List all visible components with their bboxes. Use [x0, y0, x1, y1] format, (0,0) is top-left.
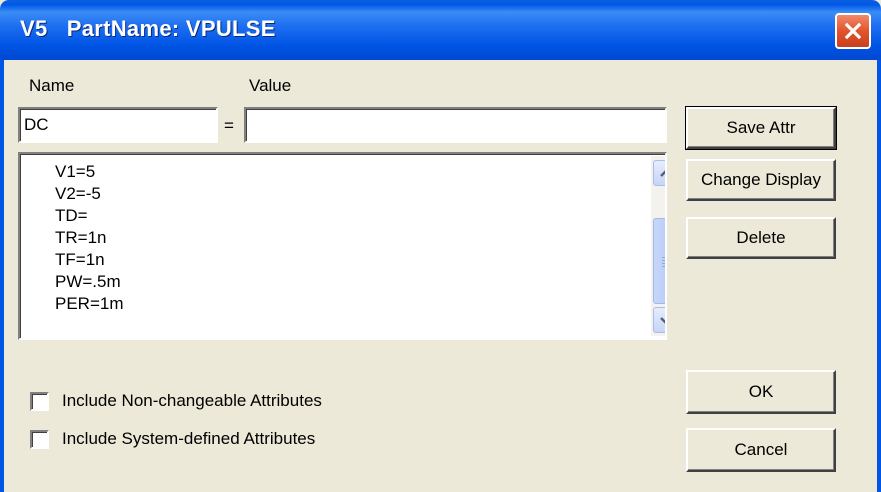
list-item[interactable]: TD= [55, 205, 124, 227]
list-item[interactable]: PW=.5m [55, 271, 124, 293]
name-label: Name [29, 76, 75, 95]
non-changeable-checkbox[interactable] [30, 391, 49, 411]
equals-sign: = [224, 116, 234, 135]
list-item[interactable]: PER=1m [55, 293, 124, 315]
list-scrollbar[interactable] [651, 156, 665, 336]
list-item[interactable]: TR=1n [55, 227, 124, 249]
value-label: Value [249, 76, 292, 95]
change-display-button[interactable]: Change Display [686, 159, 836, 201]
list-item[interactable]: V1=5 [55, 161, 124, 183]
delete-button[interactable]: Delete [686, 217, 836, 259]
scroll-up-button[interactable] [653, 160, 665, 186]
non-changeable-option[interactable]: Include Non-changeable Attributes [30, 391, 322, 411]
cancel-button[interactable]: Cancel [686, 428, 836, 472]
ok-button[interactable]: OK [686, 370, 836, 414]
save-attr-button[interactable]: Save Attr [685, 106, 837, 150]
system-defined-checkbox[interactable] [30, 429, 49, 449]
close-icon [844, 22, 862, 40]
scroll-thumb[interactable] [653, 218, 665, 304]
attribute-list[interactable]: V1=5 V2=-5 TD= TR=1n TF=1n PW=.5m PER=1m [18, 152, 667, 340]
system-defined-option[interactable]: Include System-defined Attributes [30, 429, 315, 449]
list-item[interactable]: V2=-5 [55, 183, 124, 205]
name-field[interactable]: DC [18, 107, 218, 143]
value-field[interactable] [244, 107, 667, 143]
chevron-up-icon [660, 169, 665, 177]
close-button[interactable] [835, 13, 871, 49]
non-changeable-label: Include Non-changeable Attributes [62, 391, 322, 410]
window-frame-left [0, 60, 4, 492]
scroll-down-button[interactable] [653, 307, 665, 333]
window-title: V5 PartName: VPULSE [20, 16, 276, 41]
chevron-down-icon [660, 316, 665, 324]
title-bar[interactable]: V5 PartName: VPULSE [0, 0, 881, 60]
window-frame-right [877, 60, 881, 492]
system-defined-label: Include System-defined Attributes [62, 429, 316, 448]
list-item[interactable]: TF=1n [55, 249, 124, 271]
